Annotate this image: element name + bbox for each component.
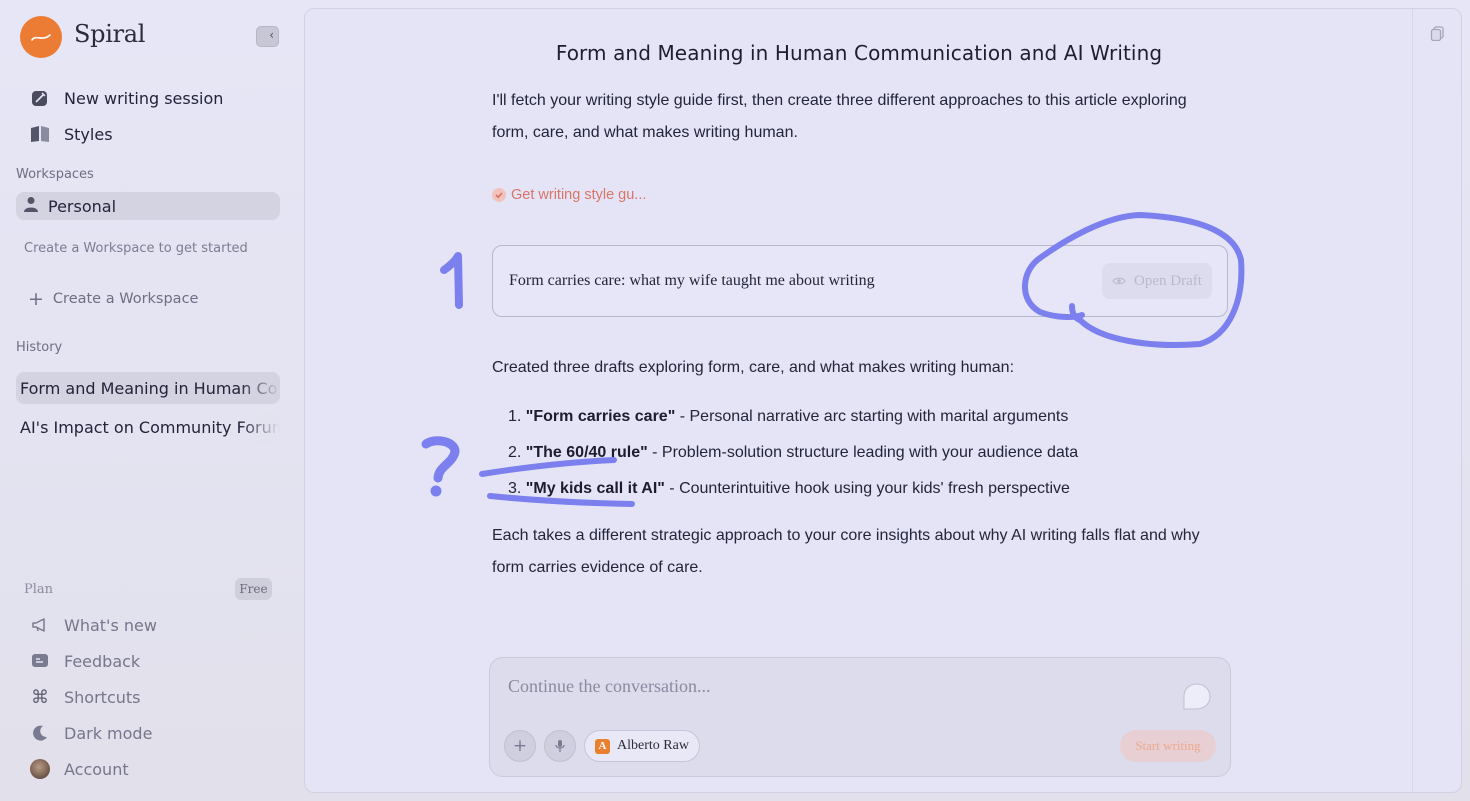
assistant-intro: I'll fetch your writing style guide firs… — [492, 92, 1187, 141]
workspace-hint: Create a Workspace to get started — [24, 241, 248, 256]
feedback-button[interactable]: Feedback — [28, 647, 140, 675]
open-draft-label: Open Draft — [1134, 272, 1202, 289]
nav-label: New writing session — [64, 88, 224, 108]
workspaces-heading: Workspaces — [16, 167, 94, 182]
draft-name: "The 60/40 rule" — [525, 444, 648, 461]
add-button[interactable]: + — [504, 730, 536, 762]
moon-icon — [28, 722, 52, 744]
workspace-label: Personal — [48, 196, 117, 216]
copy-icon[interactable] — [1430, 26, 1445, 42]
list-item: 2. "The 60/40 rule" - Problem-solution s… — [508, 444, 1079, 461]
nav-label: Dark mode — [64, 723, 153, 743]
chevron-left-icon: ‹ — [269, 28, 274, 42]
shortcuts-button[interactable]: ⌘ Shortcuts — [28, 683, 140, 711]
document-panel: Form and Meaning in Human Communication … — [304, 8, 1462, 793]
style-name: Alberto Raw — [617, 738, 689, 753]
spiral-logo[interactable] — [20, 16, 62, 58]
check-icon — [492, 188, 506, 202]
feedback-icon — [28, 650, 52, 672]
history-item[interactable]: Form and Meaning in Human Co — [16, 372, 280, 404]
assistant-closing: Each takes a different strategic approac… — [492, 527, 1200, 576]
nav-label: Shortcuts — [64, 687, 141, 707]
nav-label: Account — [64, 759, 129, 779]
list-item: 1. "Form carries care" - Personal narrat… — [508, 408, 1069, 425]
history-item[interactable]: AI's Impact on Community Forum — [16, 411, 280, 443]
account-button[interactable]: Account — [28, 755, 129, 783]
draft-card[interactable]: Form carries care: what my wife taught m… — [492, 245, 1228, 317]
new-writing-session-button[interactable]: New writing session — [28, 84, 223, 112]
draft-name: "My kids call it AI" — [525, 480, 665, 497]
microphone-button[interactable] — [544, 730, 576, 762]
plan-badge: Free — [235, 578, 272, 600]
page-title: Form and Meaning in Human Communication … — [555, 41, 1163, 65]
collapse-sidebar-button[interactable]: ‹ — [256, 26, 279, 47]
message-input[interactable]: Continue the conversation... — [508, 676, 710, 697]
tool-call-status[interactable]: Get writing style gu... — [492, 187, 646, 203]
command-icon: ⌘ — [31, 686, 49, 708]
start-writing-button[interactable]: Start writing — [1120, 730, 1216, 762]
styles-button[interactable]: Styles — [28, 120, 113, 148]
plus-icon: + — [28, 288, 44, 310]
right-rail — [1412, 9, 1461, 792]
tool-call-label: Get writing style gu... — [511, 187, 647, 203]
writing-style-selector[interactable]: A Alberto Raw — [584, 730, 700, 762]
user-icon — [24, 196, 38, 216]
draft-name: "Form carries care" — [525, 408, 676, 425]
workspace-personal[interactable]: Personal — [16, 192, 280, 220]
style-initial-icon: A — [595, 738, 610, 754]
composer: Continue the conversation... + A Alberto… — [489, 657, 1231, 777]
drafts-list: 1. "Form carries care" - Personal narrat… — [508, 399, 1078, 507]
sidebar: Spiral ‹ New writing session Styles Work… — [0, 0, 296, 801]
quill-edit-icon — [28, 87, 52, 109]
create-workspace-button[interactable]: + Create a Workspace — [28, 288, 198, 310]
history-heading: History — [16, 340, 63, 355]
plus-icon: + — [512, 736, 528, 756]
history-item-label: Form and Meaning in Human Co — [20, 378, 278, 398]
nav-label: Styles — [64, 124, 113, 144]
list-item: 3. "My kids call it AI" - Counterintuiti… — [508, 480, 1070, 497]
whats-new-button[interactable]: What's new — [28, 611, 157, 639]
speech-bubble-icon[interactable] — [1181, 682, 1212, 712]
open-draft-button[interactable]: Open Draft — [1102, 263, 1212, 299]
megaphone-icon — [28, 614, 52, 636]
plan-label: Plan — [24, 582, 54, 597]
nav-label: What's new — [64, 615, 157, 635]
app-name: Spiral — [74, 20, 146, 48]
nav-label: Feedback — [64, 651, 141, 671]
book-icon — [28, 123, 52, 145]
eye-icon — [1112, 277, 1126, 285]
avatar — [30, 759, 50, 779]
microphone-icon — [555, 740, 565, 752]
create-workspace-label: Create a Workspace — [52, 291, 199, 307]
dark-mode-toggle[interactable]: Dark mode — [28, 719, 152, 747]
drafts-summary: Created three drafts exploring form, car… — [492, 359, 1015, 376]
draft-card-title: Form carries care: what my wife taught m… — [509, 272, 875, 289]
